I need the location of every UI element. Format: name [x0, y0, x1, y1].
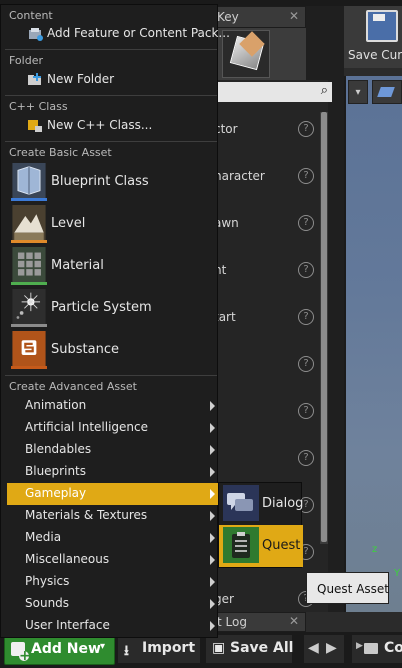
substance-icon — [11, 331, 47, 369]
folder-icon — [364, 643, 378, 654]
chevron-right-icon — [210, 511, 215, 521]
place-item[interactable]: awn? — [210, 214, 328, 234]
save-current-button[interactable]: Save Curr — [344, 6, 402, 68]
close-icon[interactable]: ✕ — [289, 9, 299, 23]
chevron-right-icon — [210, 467, 215, 477]
menu-item-new-folder[interactable]: New Folder — [7, 69, 219, 91]
chevron-right-icon — [210, 599, 215, 609]
add-new-button[interactable]: Add New ▾ — [4, 635, 115, 665]
place-item[interactable]: ? — [210, 449, 328, 469]
submenu-blueprints[interactable]: Blueprints — [7, 461, 219, 483]
menu-item-quest[interactable]: Quest — [219, 525, 303, 567]
chevron-right-icon — [210, 577, 215, 587]
divider — [5, 95, 217, 96]
add-new-menu: Content Add Feature or Content Pack... F… — [0, 4, 230, 638]
tab-output-log[interactable]: t Log ✕ — [210, 612, 306, 632]
menu-item-level[interactable]: Level — [9, 205, 219, 245]
axis-y-label: Y — [394, 568, 401, 579]
forward-arrow-icon[interactable]: ▶ — [326, 640, 337, 656]
chevron-right-icon — [210, 555, 215, 565]
help-icon[interactable]: ? — [298, 262, 314, 278]
tab-label: Key — [217, 10, 239, 24]
close-icon[interactable]: ✕ — [289, 614, 299, 628]
submenu-physics[interactable]: Physics — [7, 571, 219, 593]
breadcrumb[interactable]: ▶ Co — [352, 635, 402, 663]
section-header-content: Content — [9, 9, 53, 22]
help-icon[interactable]: ? — [298, 215, 314, 231]
place-item[interactable]: ? — [210, 402, 328, 422]
submenu-materials-textures[interactable]: Materials & Textures — [7, 505, 219, 527]
chevron-right-icon — [210, 423, 215, 433]
feature-pack-icon — [29, 28, 43, 41]
tooltip-quest-asset: Quest Asset — [306, 572, 389, 604]
submenu-blendables[interactable]: Blendables — [7, 439, 219, 461]
blueprint-icon — [11, 163, 47, 201]
help-icon[interactable]: ? — [298, 168, 314, 184]
chevron-right-icon — [210, 489, 215, 499]
place-item[interactable]: tart? — [210, 308, 328, 328]
chevron-right-icon — [210, 533, 215, 543]
import-icon: ⭳ — [124, 643, 129, 659]
menu-item-particle-system[interactable]: Particle System — [9, 289, 219, 329]
section-header-basic: Create Basic Asset — [9, 146, 112, 159]
menu-item-material[interactable]: Material — [9, 247, 219, 287]
divider — [5, 49, 217, 50]
section-header-advanced: Create Advanced Asset — [9, 380, 137, 393]
chevron-right-icon — [210, 621, 215, 631]
place-item[interactable]: ctor? — [210, 120, 328, 140]
menu-item-blueprint-class[interactable]: Blueprint Class — [9, 163, 219, 203]
menu-item-add-feature[interactable]: Add Feature or Content Pack... — [7, 23, 230, 45]
perspective-button[interactable] — [372, 80, 402, 104]
import-button[interactable]: ⭳ Import — [118, 635, 200, 663]
divider — [5, 375, 217, 376]
submenu-user-interface[interactable]: User Interface — [7, 615, 219, 637]
section-header-folder: Folder — [9, 54, 43, 67]
chevron-right-icon — [210, 401, 215, 411]
search-icon: ⌕ — [320, 83, 328, 98]
level-icon — [11, 205, 47, 243]
help-icon[interactable]: ? — [298, 309, 314, 325]
help-icon[interactable]: ? — [298, 356, 314, 372]
save-all-button[interactable]: ▣ Save All — [206, 635, 293, 663]
chevron-right-icon: ▶ — [356, 641, 363, 651]
cpp-class-icon — [28, 120, 42, 132]
menu-item-substance[interactable]: Substance — [9, 331, 219, 371]
viewport-options-button[interactable]: ▾ — [348, 80, 368, 104]
section-header-cpp: C++ Class — [9, 100, 68, 113]
place-item[interactable]: ? — [210, 355, 328, 375]
scrollbar-thumb[interactable] — [321, 112, 327, 542]
submenu-artificial-intelligence[interactable]: Artificial Intelligence — [7, 417, 219, 439]
place-item[interactable]: ht? — [210, 261, 328, 281]
dialog-icon — [223, 485, 259, 521]
divider — [5, 141, 217, 142]
place-search-input[interactable]: ⌕ — [210, 82, 332, 102]
save-icon: ▣ — [212, 640, 226, 656]
add-file-icon — [11, 642, 29, 661]
back-arrow-icon[interactable]: ◀ — [308, 640, 319, 656]
help-icon[interactable]: ? — [298, 450, 314, 466]
gameplay-submenu: Dialog Quest — [218, 482, 303, 568]
submenu-gameplay[interactable]: Gameplay — [7, 483, 219, 505]
history-nav: ◀ ▶ — [304, 635, 344, 663]
submenu-animation[interactable]: Animation — [7, 395, 219, 417]
floppy-icon — [366, 10, 398, 42]
submenu-sounds[interactable]: Sounds — [7, 593, 219, 615]
submenu-media[interactable]: Media — [7, 527, 219, 549]
chevron-down-icon: ▾ — [100, 641, 106, 652]
axis-z-label: z — [372, 544, 378, 555]
help-icon[interactable]: ? — [298, 121, 314, 137]
camera-icon — [377, 87, 395, 97]
tab-keys[interactable]: Key ✕ — [210, 6, 306, 28]
new-folder-icon — [28, 73, 41, 85]
menu-item-dialog[interactable]: Dialog — [219, 483, 303, 525]
chevron-right-icon — [210, 445, 215, 455]
menu-item-new-cpp-class[interactable]: New C++ Class... — [7, 115, 219, 137]
help-icon[interactable]: ? — [298, 403, 314, 419]
quest-icon — [223, 527, 259, 563]
material-icon — [11, 247, 47, 285]
particle-icon — [11, 289, 47, 327]
viewport[interactable] — [344, 76, 402, 612]
submenu-miscellaneous[interactable]: Miscellaneous — [7, 549, 219, 571]
place-item[interactable]: haracter? — [210, 167, 328, 187]
